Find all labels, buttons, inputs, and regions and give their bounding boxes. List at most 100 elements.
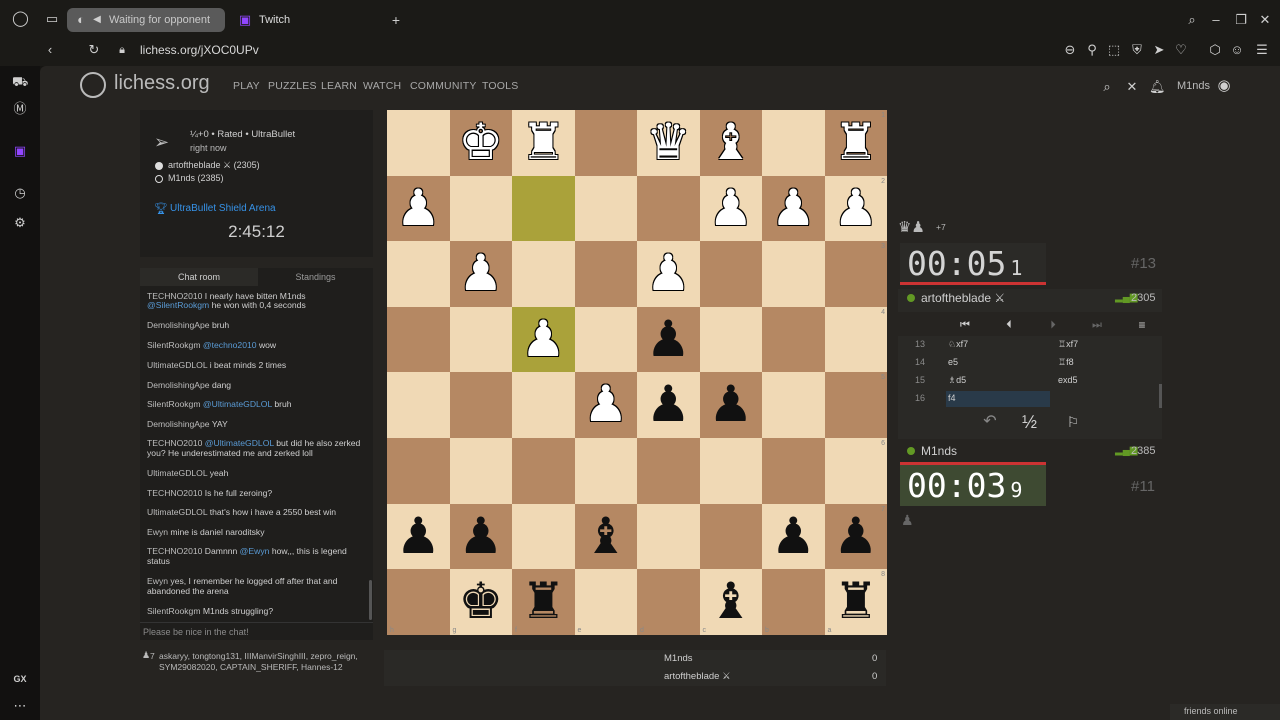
messenger-icon[interactable]: Ⓜ — [12, 101, 28, 117]
board-square[interactable] — [449, 175, 512, 242]
board-square[interactable] — [762, 241, 825, 307]
chat-username[interactable]: SilentRookgm — [147, 606, 201, 616]
nav-puzzles[interactable]: PUZZLES — [268, 80, 317, 92]
url-field[interactable]: lichess.org/jXOC0UPv — [140, 43, 259, 57]
board-square[interactable] — [824, 438, 887, 504]
avatar-icon[interactable]: ◉ — [1216, 78, 1232, 94]
resign-flag-icon[interactable]: ⚐ — [1065, 414, 1081, 430]
first-move-icon[interactable]: ⏮ — [957, 317, 973, 333]
score-name-1[interactable]: M1nds — [664, 653, 693, 664]
board-square[interactable] — [512, 175, 575, 242]
move-black[interactable]: ♖xf7 — [1058, 339, 1078, 350]
top-player-name[interactable]: artoftheblade ⚔ — [921, 291, 1005, 305]
board-square[interactable] — [637, 503, 700, 570]
tab-chat-room[interactable]: Chat room — [140, 268, 258, 286]
white-piece[interactable]: ♟ — [825, 176, 888, 242]
black-piece[interactable]: ♟ — [637, 307, 700, 373]
gx-logo-icon[interactable]: GX — [12, 671, 28, 687]
board-square[interactable] — [512, 503, 575, 570]
chat-username[interactable]: SilentRookgm — [147, 340, 201, 350]
chat-mention[interactable]: @SilentRookgm — [147, 300, 209, 310]
user-menu[interactable]: M1nds — [1177, 80, 1210, 92]
board-square[interactable] — [449, 306, 512, 373]
board-square[interactable] — [574, 175, 637, 242]
white-piece[interactable]: ♟ — [450, 241, 513, 307]
white-piece[interactable]: ♟ — [637, 241, 700, 307]
chat-username[interactable]: UltimateGDLOL — [147, 468, 207, 478]
score-name-2[interactable]: artoftheblade ⚔ — [664, 671, 731, 682]
chat-username[interactable]: TECHNO2010 — [147, 546, 202, 556]
move-white[interactable]: ♘xf7 — [948, 339, 968, 350]
black-piece[interactable]: ♟ — [450, 504, 513, 570]
board-square[interactable] — [387, 110, 450, 176]
board-square[interactable] — [574, 306, 637, 373]
board-square[interactable] — [387, 241, 450, 307]
board-square[interactable] — [762, 372, 825, 438]
chat-username[interactable]: TECHNO2010 — [147, 488, 202, 498]
adblock-icon[interactable]: ⛨ — [1129, 42, 1145, 58]
black-player-link[interactable]: M1nds (2385) — [168, 173, 224, 183]
board-square[interactable] — [637, 175, 700, 242]
tab-standings[interactable]: Standings — [258, 268, 373, 286]
white-piece[interactable]: ♟ — [387, 176, 450, 242]
settings-icon[interactable]: ⚙ — [12, 215, 28, 231]
takeback-icon[interactable]: ↶ — [982, 414, 998, 430]
white-piece[interactable]: ♚ — [450, 110, 513, 176]
lichess-logo-icon[interactable] — [80, 72, 106, 98]
board-square[interactable] — [824, 372, 887, 438]
chat-username[interactable]: DemolishingApe — [147, 380, 210, 390]
chat-scrollbar[interactable] — [369, 580, 372, 620]
white-piece[interactable]: ♛ — [637, 110, 700, 176]
site-search-icon[interactable]: ⌕ — [1099, 79, 1115, 95]
twitch-sidebar-icon[interactable]: ▣ — [12, 143, 28, 159]
chat-username[interactable]: SilentRookgm — [147, 399, 201, 409]
chat-mention[interactable]: @UltimateGDLOL — [203, 399, 272, 409]
board-square[interactable] — [824, 306, 887, 373]
board-square[interactable] — [574, 438, 637, 504]
close-icon[interactable]: ✕ — [1257, 12, 1273, 28]
move-white[interactable]: ♗d5 — [948, 375, 966, 386]
black-piece[interactable]: ♜ — [512, 569, 575, 635]
black-piece[interactable]: ♝ — [575, 504, 638, 570]
friends-online-label[interactable]: friends online — [1184, 706, 1238, 716]
tournament-link[interactable]: UltraBullet Shield Arena — [170, 203, 276, 214]
black-piece[interactable]: ♟ — [387, 504, 450, 570]
back-icon[interactable]: ‹ — [42, 42, 58, 58]
board-square[interactable] — [512, 241, 575, 307]
opera-logo-icon[interactable]: ◯ — [12, 11, 29, 27]
maximize-icon[interactable]: ❐ — [1233, 12, 1249, 28]
search-tabs-icon[interactable]: ⌕ — [1184, 12, 1200, 28]
board-square[interactable] — [762, 306, 825, 373]
move-white[interactable]: e5 — [948, 357, 958, 367]
nav-play[interactable]: PLAY — [233, 80, 260, 92]
move-black[interactable]: exd5 — [1058, 375, 1078, 385]
send-icon[interactable]: ➤ — [1151, 42, 1167, 58]
chat-username[interactable]: UltimateGDLOL — [147, 507, 207, 517]
black-piece[interactable]: ♟ — [762, 504, 825, 570]
chat-username[interactable]: DemolishingApe — [147, 419, 210, 429]
board-square[interactable] — [824, 241, 887, 307]
reload-icon[interactable]: ↻ — [86, 42, 102, 58]
white-piece[interactable]: ♟ — [575, 372, 638, 438]
prev-move-icon[interactable]: ⏴ — [1001, 317, 1017, 333]
board-square[interactable] — [574, 110, 637, 176]
chat-username[interactable]: Ewyn — [147, 576, 168, 586]
nav-watch[interactable]: WATCH — [363, 80, 401, 92]
board-square[interactable] — [512, 372, 575, 438]
minimize-icon[interactable]: – — [1208, 12, 1224, 28]
tab-lichess[interactable]: ◐ ◀ Waiting for opponent — [67, 8, 225, 32]
white-piece[interactable]: ♟ — [512, 307, 575, 373]
move-black[interactable]: ♖f8 — [1058, 357, 1074, 368]
chat-input[interactable]: Please be nice in the chat! — [140, 622, 373, 640]
tab-twitch[interactable]: ▣ Twitch — [233, 8, 383, 32]
board-square[interactable] — [699, 438, 762, 504]
chat-username[interactable]: Ewyn — [147, 527, 168, 537]
board-square[interactable] — [762, 569, 825, 635]
black-piece[interactable]: ♟ — [700, 372, 763, 438]
board-square[interactable] — [762, 438, 825, 504]
chat-username[interactable]: DemolishingApe — [147, 320, 210, 330]
board-square[interactable] — [637, 438, 700, 504]
black-piece[interactable]: ♝ — [700, 569, 763, 635]
menu-icon[interactable]: ☰ — [1254, 42, 1270, 58]
tab-manager-icon[interactable]: ▭ — [44, 11, 60, 27]
